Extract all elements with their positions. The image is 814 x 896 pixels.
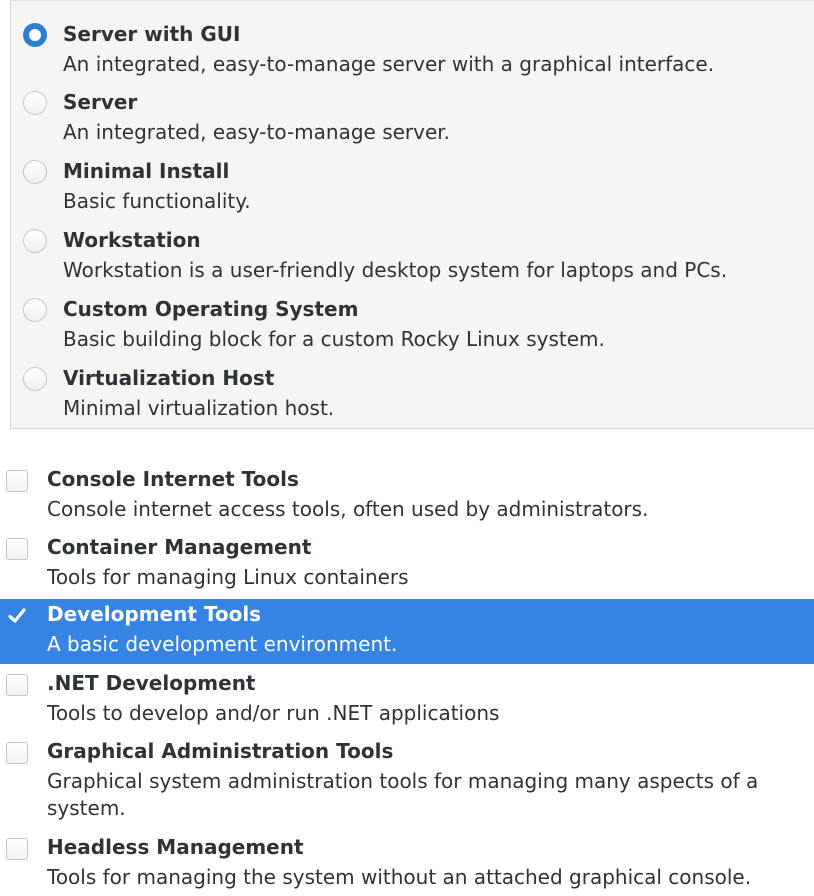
addon-title: .NET Development [47,671,256,695]
addon-description: Console internet access tools, often use… [47,497,649,521]
addon-item-development-tools[interactable]: Development Tools A basic development en… [0,599,814,664]
radio-icon[interactable] [23,160,47,184]
environment-title: Virtualization Host [63,366,275,390]
addon-title: Headless Management [47,835,304,859]
environment-title: Server [63,90,138,114]
addon-description: Tools to develop and/or run .NET applica… [47,701,500,725]
addon-title: Development Tools [47,602,262,626]
checkbox-icon[interactable] [6,674,28,696]
environment-description: Minimal virtualization host. [63,396,335,420]
checkbox-icon[interactable] [6,742,28,764]
addon-description: Graphical system administration tools fo… [47,769,759,820]
radio-selected-icon[interactable] [23,23,47,47]
addon-description: Tools for managing Linux containers [47,565,409,589]
addon-item-console-internet-tools[interactable]: Console Internet Tools Console internet … [0,464,814,528]
environment-title: Minimal Install [63,159,230,183]
checkbox-icon[interactable] [6,470,28,492]
environment-description: Basic building block for a custom Rocky … [63,327,605,351]
addon-title: Console Internet Tools [47,467,299,491]
addon-item-graphical-administration-tools[interactable]: Graphical Administration Tools Graphical… [0,736,814,828]
addon-title: Container Management [47,535,312,559]
environment-title: Workstation [63,228,201,252]
radio-icon[interactable] [23,229,47,253]
radio-icon[interactable] [23,367,47,391]
radio-icon[interactable] [23,91,47,115]
radio-icon[interactable] [23,298,47,322]
checkmark-icon[interactable] [6,605,28,627]
environment-title: Server with GUI [63,22,241,46]
environment-description: An integrated, easy-to-manage server wit… [63,52,715,76]
addon-item-dotnet-development[interactable]: .NET Development Tools to develop and/or… [0,668,814,732]
addon-description: A basic development environment. [47,632,398,656]
addon-item-container-management[interactable]: Container Management Tools for managing … [0,532,814,596]
environment-description: Workstation is a user-friendly desktop s… [63,258,728,282]
environment-description: An integrated, easy-to-manage server. [63,120,451,144]
base-environment-list: Server with GUI An integrated, easy-to-m… [10,0,814,429]
addon-item-headless-management[interactable]: Headless Management Tools for managing t… [0,832,814,896]
addon-title: Graphical Administration Tools [47,739,394,763]
checkbox-icon[interactable] [6,838,28,860]
addon-description: Tools for managing the system without an… [47,865,752,889]
checkbox-icon[interactable] [6,538,28,560]
environment-title: Custom Operating System [63,297,359,321]
environment-description: Basic functionality. [63,189,251,213]
